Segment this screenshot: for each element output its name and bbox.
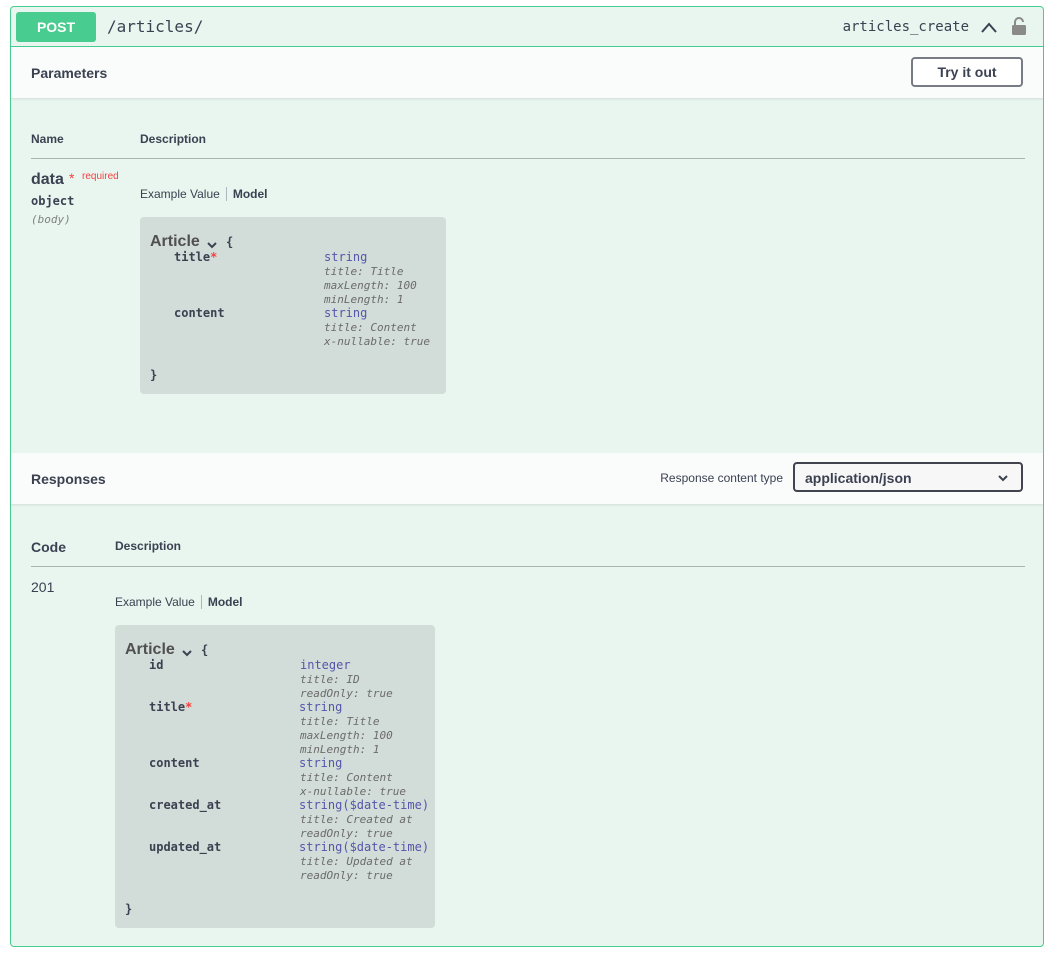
- prop-meta: x-nullable: true: [300, 785, 406, 798]
- prop-name: created_at: [149, 798, 222, 812]
- response-model-box: Article { id integer title: ID readOnly:…: [115, 625, 435, 928]
- response-description-column-header: Description: [115, 539, 182, 553]
- prop-meta: title: Content: [300, 771, 393, 784]
- response-code: 201: [31, 579, 55, 595]
- model-title[interactable]: Article: [150, 233, 200, 251]
- content-type-value: application/json: [805, 470, 912, 486]
- prop-name: content: [149, 756, 200, 770]
- prop-type: string: [324, 250, 368, 264]
- model-title[interactable]: Article: [125, 641, 175, 659]
- name-column-header: Name: [31, 132, 64, 146]
- chevron-down-icon: [998, 475, 1008, 482]
- prop-type: string($date-time): [299, 798, 430, 812]
- prop-name: title*: [174, 250, 218, 264]
- operation-id: articles_create: [842, 19, 969, 35]
- param-location: (body): [31, 213, 71, 226]
- prop-type: integer: [300, 658, 351, 672]
- responses-header: Responses Response content type applicat…: [11, 453, 1043, 505]
- divider: [31, 566, 1025, 567]
- prop-meta: maxLength: 100: [300, 729, 393, 742]
- prop-type: string: [324, 306, 368, 320]
- tab-example-value[interactable]: Example Value: [140, 187, 227, 201]
- prop-meta: title: Content: [324, 321, 417, 334]
- chevron-up-icon[interactable]: [979, 18, 999, 38]
- prop-meta: minLength: 1: [324, 293, 404, 306]
- chevron-down-icon[interactable]: [181, 647, 193, 659]
- prop-meta: title: Updated at: [300, 855, 413, 868]
- param-schema-tabs: Example Value Model: [140, 187, 268, 201]
- tab-example-value[interactable]: Example Value: [115, 595, 202, 609]
- prop-meta: readOnly: true: [300, 687, 393, 700]
- prop-type: string($date-time): [299, 840, 430, 854]
- lock-icon[interactable]: [1011, 16, 1027, 36]
- try-it-out-button[interactable]: Try it out: [911, 57, 1023, 87]
- prop-name: updated_at: [149, 840, 222, 854]
- param-name: data: [31, 171, 64, 188]
- content-type-select[interactable]: application/json: [793, 462, 1023, 492]
- operation-summary[interactable]: POST /articles/ articles_create: [11, 7, 1043, 47]
- prop-meta: title: ID: [300, 673, 360, 686]
- response-schema-tabs: Example Value Model: [115, 595, 243, 609]
- prop-name: id: [149, 658, 164, 672]
- prop-name: content: [174, 306, 225, 320]
- prop-type: string: [299, 756, 343, 770]
- prop-meta: maxLength: 100: [324, 279, 417, 292]
- param-type: object: [31, 194, 75, 208]
- param-model-box: Article { title* string title: Title max…: [140, 217, 446, 394]
- operation-block: POST /articles/ articles_create Paramete…: [10, 6, 1044, 947]
- prop-type: string: [299, 700, 343, 714]
- content-type-label: Response content type: [660, 471, 783, 485]
- prop-meta: minLength: 1: [300, 743, 380, 756]
- close-brace: }: [125, 902, 133, 916]
- prop-name: title*: [149, 700, 193, 714]
- description-column-header: Description: [140, 132, 207, 146]
- method-badge: POST: [16, 12, 96, 42]
- close-brace: }: [150, 368, 158, 382]
- prop-meta: x-nullable: true: [324, 335, 430, 348]
- prop-meta: title: Title: [300, 715, 380, 728]
- prop-meta: title: Title: [324, 265, 404, 278]
- tab-model[interactable]: Model: [202, 595, 243, 609]
- divider: [31, 158, 1025, 159]
- prop-meta: title: Created at: [300, 813, 413, 826]
- required-star: *: [69, 170, 75, 186]
- endpoint-path: /articles/: [107, 17, 204, 36]
- prop-meta: readOnly: true: [300, 869, 393, 882]
- open-brace: {: [201, 643, 209, 657]
- responses-heading: Responses: [31, 471, 106, 487]
- open-brace: {: [226, 235, 234, 249]
- prop-meta: readOnly: true: [300, 827, 393, 840]
- code-column-header: Code: [31, 539, 66, 555]
- required-label: required: [82, 171, 119, 182]
- parameters-heading: Parameters: [31, 65, 108, 81]
- parameters-header: Parameters Try it out: [11, 47, 1043, 99]
- tab-model[interactable]: Model: [227, 187, 268, 201]
